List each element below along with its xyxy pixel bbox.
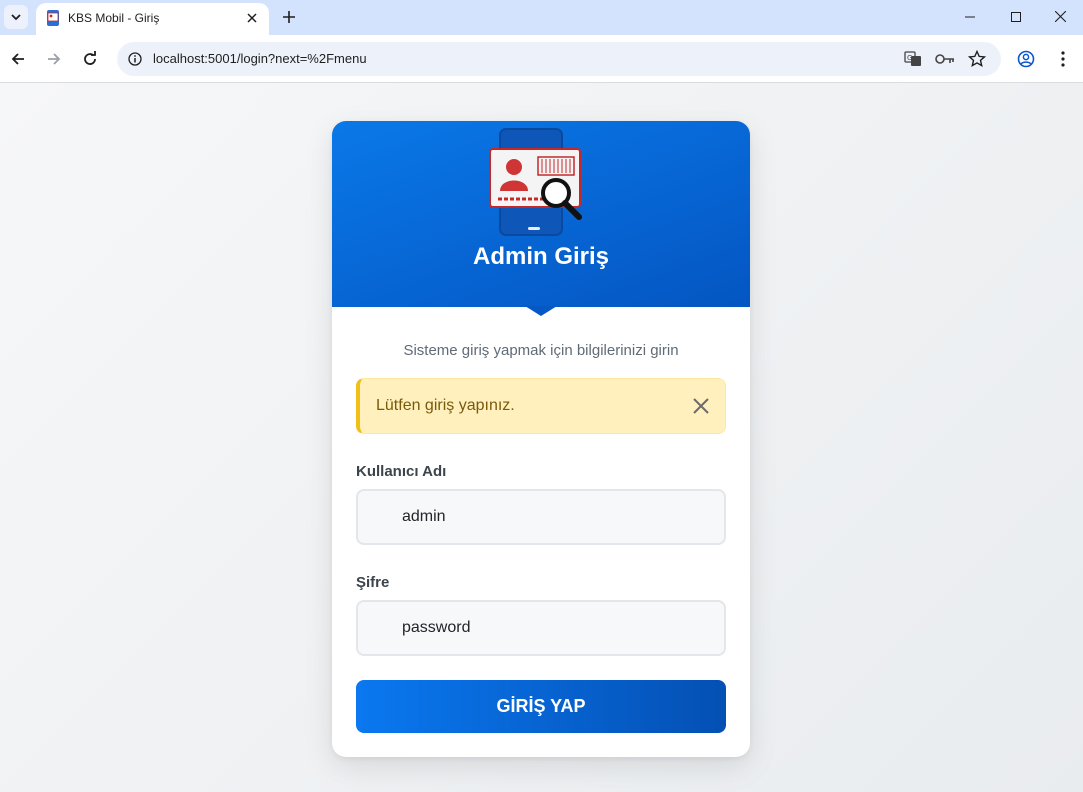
- tab-title: KBS Mobil - Giriş: [68, 11, 160, 25]
- password-field[interactable]: [356, 600, 726, 656]
- app-favicon-icon: [47, 10, 59, 26]
- login-title: Admin Giriş: [472, 243, 610, 270]
- browser-toolbar: localhost:5001/login?next=%2Fmenu G: [0, 35, 1083, 83]
- arrow-left-icon: [11, 53, 24, 65]
- reload-icon: [84, 51, 96, 65]
- back-button[interactable]: [6, 47, 30, 71]
- tab-search-button[interactable]: [4, 5, 28, 29]
- close-icon[interactable]: [689, 394, 713, 418]
- bookmark-star-icon[interactable]: [965, 47, 989, 71]
- close-icon: [1054, 11, 1066, 22]
- username-field[interactable]: [356, 489, 726, 545]
- warning-alert: Lütfen giriş yapınız.: [356, 378, 726, 434]
- browser-tab-strip: KBS Mobil - Giriş: [0, 0, 1083, 35]
- address-bar[interactable]: localhost:5001/login?next=%2Fmenu G: [117, 42, 1001, 76]
- browser-menu-button[interactable]: [1051, 47, 1075, 71]
- alert-message: Lütfen giriş yapınız.: [376, 397, 515, 414]
- header-notch: [525, 306, 557, 316]
- url-text: localhost:5001/login?next=%2Fmenu: [153, 51, 367, 66]
- forward-button[interactable]: [42, 47, 66, 71]
- svg-text:G: G: [907, 54, 912, 62]
- tab-close-icon[interactable]: [243, 9, 261, 27]
- login-subtitle: Sisteme giriş yapmak için bilgilerinizi …: [403, 342, 679, 359]
- chevron-down-icon: [11, 14, 21, 21]
- kbs-logo-icon: [489, 128, 582, 236]
- close-window-button[interactable]: [1037, 0, 1083, 33]
- login-submit-button[interactable]: GİRİŞ YAP: [356, 680, 726, 733]
- minimize-icon: [965, 16, 975, 17]
- profile-button[interactable]: [1014, 47, 1038, 71]
- maximize-icon: [1011, 11, 1021, 22]
- more-vert-icon: [1061, 51, 1065, 67]
- new-tab-button[interactable]: [278, 6, 300, 28]
- translate-icon[interactable]: G: [901, 47, 925, 71]
- login-card: Admin Giriş Sisteme giriş yapmak için bi…: [332, 121, 750, 757]
- account-icon: [1017, 50, 1035, 68]
- browser-tab[interactable]: KBS Mobil - Giriş: [36, 3, 269, 35]
- page-background: Admin Giriş Sisteme giriş yapmak için bi…: [0, 83, 1083, 792]
- username-label: Kullanıcı Adı: [356, 463, 447, 480]
- password-key-icon[interactable]: [933, 47, 957, 71]
- reload-button[interactable]: [78, 47, 102, 71]
- password-label: Şifre: [356, 574, 390, 591]
- maximize-button[interactable]: [993, 0, 1039, 33]
- login-card-header: Admin Giriş: [332, 121, 750, 307]
- plus-icon: [283, 11, 295, 23]
- arrow-right-icon: [48, 53, 61, 65]
- minimize-button[interactable]: [947, 0, 993, 33]
- site-info-icon[interactable]: [123, 47, 147, 71]
